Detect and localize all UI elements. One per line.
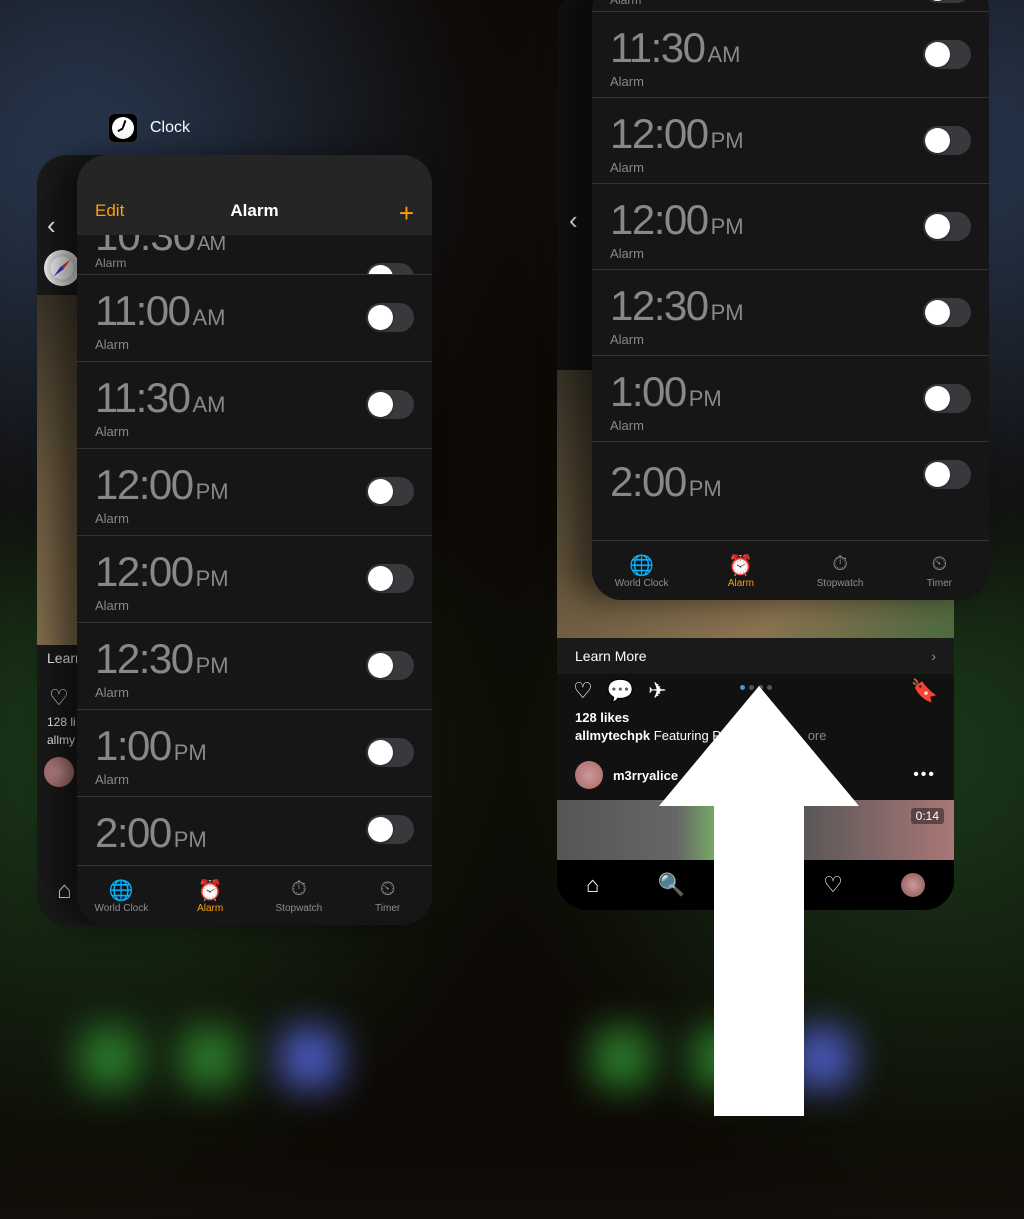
stopwatch-icon: ⏱ <box>832 553 848 575</box>
alarm-icon: ⏰ <box>728 553 753 575</box>
profile-avatar-icon[interactable] <box>901 873 925 897</box>
post-caption: allmytechpk Featuring Phone ore <box>575 728 826 743</box>
tab-stopwatch[interactable]: ⏱Stopwatch <box>791 541 890 600</box>
tab-stopwatch[interactable]: ⏱Stopwatch <box>255 866 344 925</box>
alarm-list[interactable]: 11:00AM Alarm 11:30AM Alarm 12:00PM Alar… <box>77 275 432 847</box>
alarm-row[interactable]: 12:00PM Alarm <box>592 98 989 184</box>
alarm-toggle[interactable] <box>923 298 971 327</box>
alarm-row[interactable]: 12:00PM Alarm <box>77 449 432 536</box>
alarm-toggle[interactable] <box>366 477 414 506</box>
learn-more-row[interactable]: Learn More › <box>557 638 954 674</box>
share-icon[interactable]: ✈ <box>648 678 666 704</box>
edit-button[interactable]: Edit <box>95 201 124 221</box>
alarm-row[interactable]: 1:00PM Alarm <box>592 356 989 442</box>
alarm-toggle[interactable] <box>366 651 414 680</box>
alarm-toggle[interactable] <box>923 0 971 3</box>
clock-tab-bar: 🌐World Clock ⏰Alarm ⏱Stopwatch ⏲Timer <box>77 865 432 925</box>
alarm-row-partial-top[interactable]: Alarm <box>592 0 989 12</box>
alarm-toggle[interactable] <box>923 126 971 155</box>
reel-thumbnail[interactable]: 0:14 <box>557 800 954 860</box>
globe-icon: 🌐 <box>109 878 134 900</box>
alarm-row[interactable]: 2:00PM <box>77 797 432 847</box>
alarm-row[interactable]: 12:00PM Alarm <box>77 536 432 623</box>
alarm-toggle[interactable] <box>366 815 414 844</box>
app-switcher-stack-left[interactable]: ‹ Learn ♡ 128 li allmy ⌂ Edit Alarm + 10… <box>37 155 432 925</box>
app-switcher-label: Clock <box>108 113 190 143</box>
post-actions: ♡ 💬 ✈ 🔖 <box>557 678 954 704</box>
alarm-row[interactable]: 1:00PM Alarm <box>77 710 432 797</box>
switcher-card-front-clock-right[interactable]: Alarm 11:30AM Alarm 12:00PM Alarm 12:00P… <box>592 0 989 600</box>
alarm-row[interactable]: 11:30AM Alarm <box>77 362 432 449</box>
alarm-row[interactable]: 12:30PM Alarm <box>592 270 989 356</box>
alarm-toggle[interactable] <box>366 263 414 275</box>
home-icon[interactable]: ⌂ <box>586 872 599 898</box>
heart-icon[interactable]: ♡ <box>573 678 593 704</box>
avatar-peek <box>44 757 74 787</box>
clock-app-icon <box>108 113 138 143</box>
more-icon[interactable]: ••• <box>913 766 936 784</box>
alarm-title: Alarm <box>77 201 432 221</box>
add-post-icon[interactable]: + <box>743 874 765 896</box>
alarm-toggle[interactable] <box>366 738 414 767</box>
post-image-peek <box>37 295 81 645</box>
timer-icon: ⏲ <box>380 878 396 900</box>
clock-tab-bar: 🌐World Clock ⏰Alarm ⏱Stopwatch ⏲Timer <box>592 540 989 600</box>
alarm-row[interactable]: 12:30PM Alarm <box>77 623 432 710</box>
alarm-toggle[interactable] <box>923 460 971 489</box>
search-icon[interactable]: 🔍 <box>657 872 684 898</box>
alarm-toggle[interactable] <box>366 303 414 332</box>
tab-timer[interactable]: ⏲Timer <box>890 541 989 600</box>
post-user-row[interactable]: m3rryalice • F ••• <box>557 755 954 795</box>
tab-timer[interactable]: ⏲Timer <box>343 866 432 925</box>
tab-alarm[interactable]: ⏰Alarm <box>691 541 790 600</box>
likes-peek: 128 li <box>47 715 76 729</box>
alarm-row[interactable]: 2:00PM <box>592 442 989 497</box>
alarm-row-partial[interactable]: 10:30AM Alarm <box>77 235 432 275</box>
bookmark-icon[interactable]: 🔖 <box>911 678 938 704</box>
alarm-toggle[interactable] <box>923 40 971 69</box>
chevron-right-icon: › <box>931 648 936 664</box>
alarm-toggle[interactable] <box>923 212 971 241</box>
tab-world-clock[interactable]: 🌐World Clock <box>592 541 691 600</box>
caption-peek: allmy <box>47 733 75 747</box>
alarm-icon: ⏰ <box>198 878 223 900</box>
app-switcher-stack-right[interactable]: ‹ Learn More › ♡ 💬 ✈ 🔖 128 likes allmyte… <box>557 0 954 910</box>
alarm-sub: Alarm <box>95 256 126 270</box>
likes-count[interactable]: 128 likes <box>575 710 629 725</box>
alarm-row[interactable]: 11:00AM Alarm <box>77 275 432 362</box>
add-alarm-button[interactable]: + <box>399 205 414 221</box>
app-title: Clock <box>150 119 190 137</box>
safari-icon <box>44 250 80 286</box>
tab-world-clock[interactable]: 🌐World Clock <box>77 866 166 925</box>
user-avatar <box>575 761 603 789</box>
comment-icon[interactable]: 💬 <box>607 678 634 704</box>
carousel-dots <box>557 685 954 690</box>
heart-icon[interactable]: ♡ <box>823 872 843 898</box>
alarm-row[interactable]: 12:00PM Alarm <box>592 184 989 270</box>
globe-icon: 🌐 <box>629 553 654 575</box>
tab-alarm[interactable]: ⏰Alarm <box>166 866 255 925</box>
alarm-toggle[interactable] <box>923 384 971 413</box>
timer-icon: ⏲ <box>932 553 948 575</box>
back-chevron-icon: ‹ <box>47 210 56 241</box>
switcher-card-front-clock-left[interactable]: Edit Alarm + 10:30AM Alarm 11:00AM Alarm <box>77 155 432 925</box>
alarm-header: Edit Alarm + <box>77 155 432 235</box>
back-chevron-icon: ‹ <box>569 205 578 236</box>
video-duration: 0:14 <box>911 808 944 824</box>
instagram-nav: ⌂ 🔍 + ♡ <box>557 860 954 910</box>
alarm-toggle[interactable] <box>366 564 414 593</box>
alarm-toggle[interactable] <box>366 390 414 419</box>
alarm-row[interactable]: 11:30AM Alarm <box>592 12 989 98</box>
home-icon: ⌂ <box>57 877 72 905</box>
heart-icon: ♡ <box>49 685 69 711</box>
stopwatch-icon: ⏱ <box>291 878 307 900</box>
